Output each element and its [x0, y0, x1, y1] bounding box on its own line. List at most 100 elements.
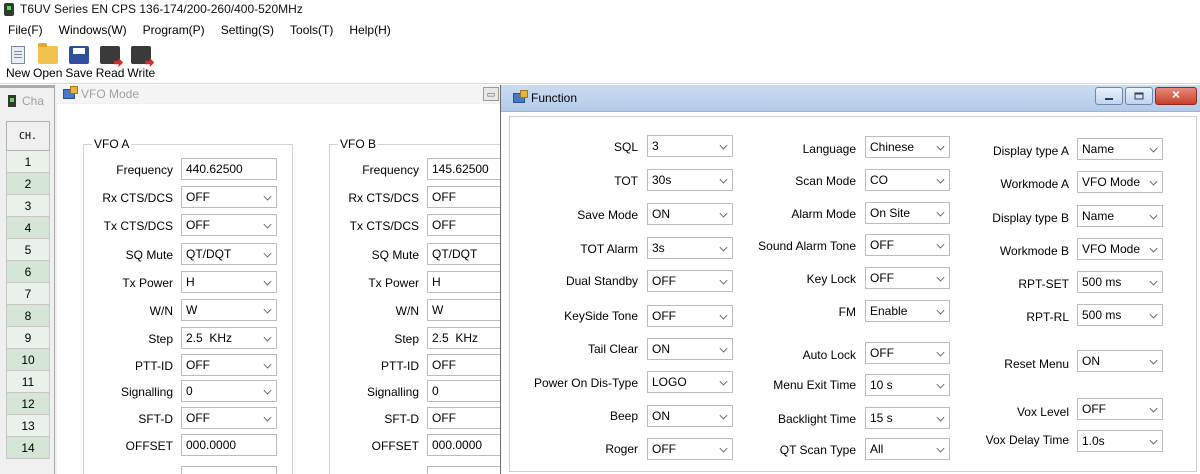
vfo-window-title-bar[interactable]: VFO Mode [55, 85, 500, 103]
vfo-b-step-select[interactable]: 2.5 KHz [427, 327, 503, 349]
qt-scan-type-select[interactable]: All [865, 438, 950, 460]
save-button[interactable]: Save [65, 42, 93, 80]
channel-window-title-bar[interactable]: Cha [0, 88, 59, 114]
channel-window[interactable]: Cha CH. 1 2 3 4 5 6 7 8 9 10 11 12 13 14 [0, 88, 60, 474]
menu-tools[interactable]: Tools(T) [282, 19, 341, 41]
vfo-a-rx-cts-select[interactable]: OFF [181, 186, 277, 208]
display-type-b-select[interactable]: Name [1077, 205, 1163, 227]
workmode-a-select[interactable]: VFO Mode [1077, 171, 1163, 193]
channel-row[interactable]: 6 [6, 261, 50, 283]
vfo-a-ptt-id-select[interactable]: OFF [181, 354, 277, 376]
vfo-b-tx-power-select[interactable]: H [427, 271, 503, 293]
dual-standby-select[interactable]: OFF [647, 270, 733, 292]
vfo-b-sft-d-select[interactable]: OFF [427, 407, 503, 429]
chevron-down-icon [1149, 144, 1158, 153]
tot-label: TOT [614, 174, 638, 188]
channel-row[interactable]: 7 [6, 283, 50, 305]
vfo-mode-window[interactable]: VFO Mode ▭ VFO A Frequency 440.62500 Rx … [54, 85, 529, 474]
menu-program[interactable]: Program(P) [135, 19, 213, 41]
chevron-down-icon [719, 276, 728, 285]
vfo-a-offset-input[interactable]: 000.0000 [181, 434, 277, 456]
workmode-b-select[interactable]: VFO Mode [1077, 238, 1163, 260]
roger-select[interactable]: OFF [647, 438, 733, 460]
channel-row[interactable]: 3 [6, 195, 50, 217]
chevron-down-icon [719, 209, 728, 218]
channel-row[interactable]: 2 [6, 173, 50, 195]
menu-setting[interactable]: Setting(S) [213, 19, 282, 41]
alarm-mode-select[interactable]: On Site [865, 202, 950, 224]
vfo-b-signalling-select[interactable]: 0 [427, 380, 503, 402]
vfo-a-sq-mute-select[interactable]: QT/DQT [181, 243, 277, 265]
minimize-button[interactable] [1095, 87, 1123, 105]
folder-icon [37, 43, 58, 64]
scan-mode-select[interactable]: CO [865, 169, 950, 191]
language-select[interactable]: Chinese [865, 136, 950, 158]
workmode-a-label: Workmode A [1000, 177, 1069, 191]
fm-select[interactable]: Enable [865, 300, 950, 322]
tot-alarm-select[interactable]: 3s [647, 237, 733, 259]
tot-select[interactable]: 30s [647, 169, 733, 191]
vfo-b-offset-input[interactable]: 000.0000 [427, 434, 503, 456]
vfo-b-sft-d-value: OFF [432, 411, 456, 425]
vfo-b-wn-select[interactable]: W [427, 299, 503, 321]
read-button[interactable]: Read [96, 42, 124, 80]
rpt-set-select[interactable]: 500 ms [1077, 271, 1163, 293]
maximize-button[interactable] [1125, 87, 1153, 105]
channel-row[interactable]: 10 [6, 349, 50, 371]
channel-row[interactable]: 12 [6, 393, 50, 415]
menu-exit-time-select[interactable]: 10 s [865, 374, 950, 396]
write-button[interactable]: Write [127, 42, 155, 80]
restore-button[interactable]: ▭ [483, 87, 499, 101]
menu-file[interactable]: File(F) [0, 19, 51, 41]
menu-windows[interactable]: Windows(W) [51, 19, 135, 41]
vfo-a-step-select[interactable]: 2.5 KHz [181, 327, 277, 349]
vfo-b-next-input[interactable] [427, 466, 503, 474]
new-button[interactable]: New [6, 42, 30, 80]
menu-help[interactable]: Help(H) [341, 19, 398, 41]
channel-row[interactable]: 5 [6, 239, 50, 261]
vfo-b-tx-cts-select[interactable]: OFF [427, 214, 503, 236]
sql-label: SQL [613, 140, 638, 154]
beep-select[interactable]: ON [647, 405, 733, 427]
close-icon: ✕ [1171, 89, 1181, 102]
backlight-time-select[interactable]: 15 s [865, 407, 950, 429]
channel-row[interactable]: 1 [6, 151, 50, 173]
keyside-tone-select[interactable]: OFF [647, 305, 733, 327]
channel-row[interactable]: 4 [6, 217, 50, 239]
vox-level-select[interactable]: OFF [1077, 398, 1163, 420]
auto-lock-select[interactable]: OFF [865, 342, 950, 364]
channel-column-header[interactable]: CH. [6, 121, 50, 151]
power-on-display-select[interactable]: LOGO [647, 371, 733, 393]
channel-row[interactable]: 9 [6, 327, 50, 349]
reset-menu-select[interactable]: ON [1077, 350, 1163, 372]
vfo-a-wn-select[interactable]: W [181, 299, 277, 321]
tail-clear-select[interactable]: ON [647, 338, 733, 360]
vfo-a-signalling-select[interactable]: 0 [181, 380, 277, 402]
close-button[interactable]: ✕ [1155, 87, 1197, 105]
vfo-a-tx-cts-select[interactable]: OFF [181, 214, 277, 236]
vfo-b-rx-cts-select[interactable]: OFF [427, 186, 503, 208]
rpt-rl-select[interactable]: 500 ms [1077, 304, 1163, 326]
display-type-a-select[interactable]: Name [1077, 138, 1163, 160]
channel-row[interactable]: 14 [6, 437, 50, 459]
vfo-b-sq-mute-select[interactable]: QT/DQT [427, 243, 503, 265]
key-lock-select[interactable]: OFF [865, 267, 950, 289]
vfo-a-next-input[interactable] [181, 466, 277, 474]
function-window[interactable]: Function ✕ SQL 3 TOT 30s Save Mode ON TO… [500, 85, 1200, 474]
sql-select[interactable]: 3 [647, 135, 733, 157]
sound-alarm-tone-select[interactable]: OFF [865, 234, 950, 256]
minimize-icon [1105, 98, 1113, 100]
vfo-a-frequency-input[interactable]: 440.62500 [181, 158, 277, 180]
channel-row[interactable]: 13 [6, 415, 50, 437]
vfo-a-wn-value: W [186, 303, 198, 317]
vfo-b-ptt-id-select[interactable]: OFF [427, 354, 503, 376]
save-mode-select[interactable]: ON [647, 203, 733, 225]
channel-row[interactable]: 11 [6, 371, 50, 393]
channel-row[interactable]: 8 [6, 305, 50, 327]
vox-delay-time-select[interactable]: 1.0s [1077, 430, 1163, 452]
open-button[interactable]: Open [33, 42, 62, 80]
vfo-a-tx-power-select[interactable]: H [181, 271, 277, 293]
vfo-b-ptt-id-label: PTT-ID [381, 359, 419, 373]
vfo-b-frequency-input[interactable]: 145.62500 [427, 158, 503, 180]
vfo-a-sft-d-select[interactable]: OFF [181, 407, 277, 429]
